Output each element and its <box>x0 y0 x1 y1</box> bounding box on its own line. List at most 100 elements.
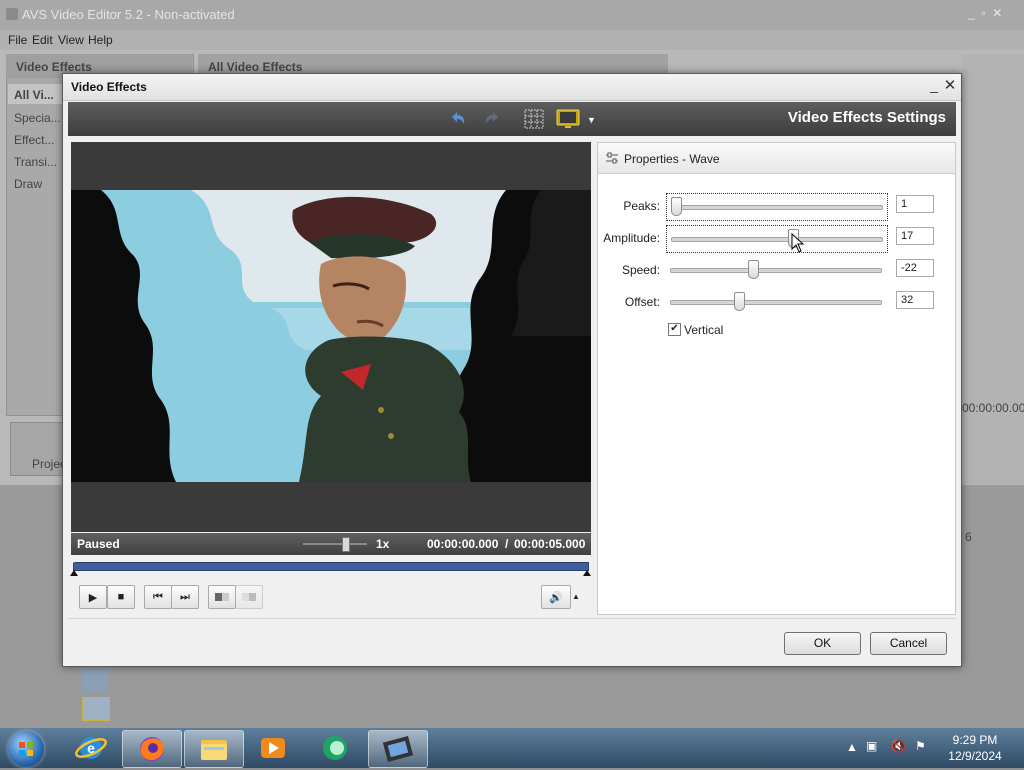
properties-icon <box>605 152 619 164</box>
amplitude-slider[interactable] <box>666 225 888 253</box>
peaks-slider-thumb[interactable] <box>671 197 682 216</box>
video-effects-dialog: Video Effects _ ✕ ▼ Video Effects Settin… <box>62 73 962 667</box>
compare-mode-button[interactable] <box>208 585 236 609</box>
stop-icon: ■ <box>117 591 125 603</box>
monitor-icon[interactable] <box>555 108 581 130</box>
current-time: 00:00:00.000 <box>427 537 499 551</box>
volume-button[interactable]: 🔊 <box>541 585 571 609</box>
player-controls: ▶ ■ ⏮ ⏭ 🔊 ▲ <box>71 579 591 613</box>
video-preview <box>71 190 591 482</box>
background-menubar <box>0 30 1024 50</box>
background-window-controls[interactable]: _ ▫ ✕ <box>968 6 1002 20</box>
background-app-title: AVS Video Editor 5.2 - Non-activated <box>22 7 235 22</box>
start-orb[interactable] <box>8 731 44 767</box>
tray-expand-icon[interactable]: ▲ <box>846 740 858 754</box>
toolbar-title: Video Effects Settings <box>787 109 946 126</box>
offset-slider[interactable] <box>666 289 886 315</box>
cancel-button[interactable]: Cancel <box>870 632 947 655</box>
network-icon[interactable]: ▣ <box>866 739 877 753</box>
seek-marker-top-icon[interactable] <box>69 557 79 563</box>
stop-button[interactable]: ■ <box>107 585 135 609</box>
speed-slider[interactable] <box>303 537 367 552</box>
peaks-label: Peaks: <box>623 199 660 213</box>
seek-end-marker-icon[interactable] <box>583 570 591 576</box>
checkmark-icon: ✔ <box>670 323 679 334</box>
previous-frame-button[interactable]: ⏮ <box>144 585 172 609</box>
speed-prop-slider-thumb[interactable] <box>748 260 760 279</box>
background-item-special[interactable]: Specia... <box>14 111 61 125</box>
background-item-all[interactable]: All Vi... <box>14 88 54 102</box>
redo-icon[interactable] <box>481 108 503 130</box>
ok-button[interactable]: OK <box>784 632 861 655</box>
media-player-icon[interactable] <box>244 730 302 766</box>
firefox-icon[interactable] <box>122 730 182 768</box>
background-clip-thumb-2[interactable] <box>82 697 110 721</box>
speed-slider-thumb[interactable] <box>341 537 350 552</box>
action-center-flag-icon[interactable]: ⚑ <box>915 739 926 753</box>
volume-arrow-icon[interactable]: ▲ <box>572 592 580 601</box>
seek-track <box>73 562 589 571</box>
svg-text:e: e <box>87 740 95 756</box>
grid-icon[interactable] <box>523 108 545 130</box>
skip-back-icon: ⏮ <box>153 590 163 603</box>
app-logo-icon <box>6 8 18 20</box>
dialog-titlebar <box>63 74 961 101</box>
background-ruler-tick: 6 <box>965 530 972 544</box>
playback-speed: 1x <box>376 537 390 551</box>
internet-explorer-icon[interactable]: e <box>62 730 120 766</box>
speaker-icon: 🔊 <box>549 591 563 604</box>
background-item-effects[interactable]: Effect... <box>14 133 54 147</box>
background-effects-panel-title: Video Effects <box>16 60 92 74</box>
properties-panel: Properties - Wave Peaks: 1 Amplitude: 17… <box>597 142 956 615</box>
menu-help[interactable]: Help <box>88 33 113 47</box>
seek-start-marker-icon[interactable] <box>70 570 78 576</box>
clock-time[interactable]: 9:29 PM <box>940 733 1010 747</box>
speed-slider-prop[interactable] <box>666 257 886 283</box>
offset-slider-thumb[interactable] <box>734 292 746 311</box>
app-icon[interactable] <box>306 730 364 766</box>
speed-label: Speed: <box>621 263 660 277</box>
amplitude-value-input[interactable]: 17 <box>896 227 934 245</box>
properties-title: Properties - Wave <box>624 152 720 166</box>
background-right-area <box>962 54 1024 484</box>
peaks-value-input[interactable]: 1 <box>896 195 934 213</box>
play-button[interactable]: ▶ <box>79 585 107 609</box>
background-clip-thumb-1[interactable] <box>82 670 108 692</box>
seek-bar[interactable] <box>69 557 591 576</box>
menu-view[interactable]: View <box>58 33 84 47</box>
minimize-button[interactable]: _ <box>927 77 941 93</box>
avs-video-editor-icon[interactable] <box>368 730 428 768</box>
split-view-icon <box>215 593 229 601</box>
speed-value-input[interactable]: -22 <box>896 259 934 277</box>
play-icon: ▶ <box>88 591 98 604</box>
background-item-draw[interactable]: Draw <box>14 177 42 191</box>
vertical-checkbox[interactable]: ✔ <box>668 323 681 336</box>
mouse-cursor-icon <box>791 232 805 256</box>
volume-muted-icon[interactable]: 🔇 <box>891 739 906 753</box>
undo-icon[interactable] <box>447 108 469 130</box>
time-separator: / <box>505 537 509 551</box>
compare-mode-button-2[interactable] <box>235 585 263 609</box>
menu-file[interactable]: File <box>8 33 27 47</box>
peaks-slider[interactable] <box>666 193 888 221</box>
background-item-transitions[interactable]: Transi... <box>14 155 57 169</box>
player-status-bar: Paused 1x 00:00:00.000 / 00:00:05.000 <box>71 533 591 555</box>
clock-date[interactable]: 12/9/2024 <box>940 749 1010 763</box>
file-explorer-icon[interactable] <box>184 730 244 768</box>
dropdown-arrow-icon[interactable]: ▼ <box>587 115 596 125</box>
skip-forward-icon: ⏭ <box>180 590 190 603</box>
background-time-readout: 00:00:00.000 <box>962 401 1024 415</box>
offset-label: Offset: <box>624 295 660 309</box>
split-view-alt-icon <box>242 593 256 601</box>
offset-value-input[interactable]: 32 <box>896 291 934 309</box>
effects-toolbar: ▼ Video Effects Settings <box>68 102 956 136</box>
menu-edit[interactable]: Edit <box>32 33 53 47</box>
background-all-effects-title: All Video Effects <box>208 60 303 74</box>
next-frame-button[interactable]: ⏭ <box>171 585 199 609</box>
amplitude-label: Amplitude: <box>603 231 660 245</box>
taskbar: e ▲ ▣ 🔇 ⚑ 9:29 PM 12/9/2024 <box>0 728 1024 768</box>
close-button[interactable]: ✕ <box>943 76 957 94</box>
dialog-divider <box>68 618 956 619</box>
dialog-title: Video Effects <box>71 80 147 94</box>
vertical-checkbox-label[interactable]: Vertical <box>684 323 723 337</box>
